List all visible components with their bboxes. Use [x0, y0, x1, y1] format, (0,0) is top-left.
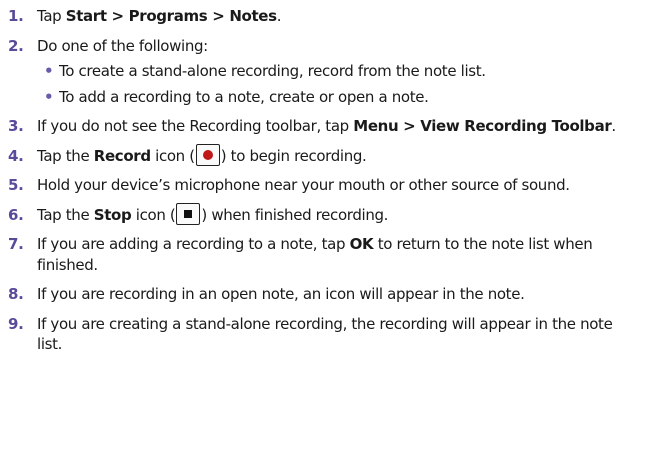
step-text: Tap Start > Programs > Notes. — [37, 7, 282, 25]
step-number: 6. — [8, 205, 24, 224]
step-text-fragment: Do one of the following: — [37, 36, 208, 55]
step-text-fragment: icon ( — [150, 146, 195, 165]
bold-term: Stop — [93, 205, 132, 224]
step-text: If you are adding a recording to a note,… — [37, 235, 593, 274]
step-text-fragment: Tap the — [37, 205, 94, 224]
step-text-fragment: If you do not see the Recording toolbar,… — [37, 117, 354, 135]
step-2: 2. Do one of the following: • To create a s… — [8, 36, 634, 108]
step-3: 3. If you do not see the Recording toolba… — [8, 116, 634, 137]
step-text-fragment: icon ( — [131, 205, 176, 224]
step-text: If you do not see the Recording toolbar,… — [37, 117, 616, 135]
step-number: 7. — [8, 235, 24, 253]
step-number: 4. — [8, 146, 24, 165]
step-number: 5. — [8, 176, 24, 194]
step-number: 2. — [8, 36, 24, 55]
instructions-page: 1. Tap Start > Programs > Notes. 2. Do one … — [0, 0, 648, 453]
step-number: 3. — [8, 117, 24, 135]
record-icon — [195, 143, 220, 166]
sub-list-text: To add a recording to a note, create or … — [59, 87, 429, 106]
step-6: 6. Tap the Stop icon ( ) when finished rec… — [8, 202, 634, 226]
step-text-fragment: Tap — [37, 7, 66, 25]
step-number: 1. — [8, 7, 24, 25]
step-text: Tap the Record icon ( ) to begin recordin… — [37, 143, 367, 166]
bold-term: Record — [93, 146, 151, 165]
step-number: 9. — [8, 314, 24, 333]
stop-icon — [176, 202, 201, 225]
bullet-icon: • — [44, 62, 54, 80]
step-8: 8. If you are recording in an open note, … — [8, 284, 634, 305]
step-text-fragment: ) when finished recording. — [201, 205, 389, 224]
bold-term: OK — [349, 235, 374, 253]
bullet-icon: • — [44, 87, 54, 106]
sub-list-item: • To add a recording to a note, create or… — [37, 87, 634, 108]
sub-list-item: • To create a stand-alone recording, reco… — [37, 61, 634, 82]
sub-list: • To create a stand-alone recording, reco… — [37, 61, 634, 107]
step-text-fragment: If you are recording in an open note, an… — [37, 285, 525, 303]
step-1: 1. Tap Start > Programs > Notes. — [8, 6, 634, 27]
step-7: 7. If you are adding a recording to a not… — [8, 234, 634, 275]
step-9: 9. If you are creating a stand-alone reco… — [8, 314, 634, 355]
step-4: 4. Tap the Record icon ( ) to begin record… — [8, 143, 634, 167]
step-text-fragment: If you are adding a recording to a note,… — [37, 235, 350, 253]
step-text-fragment: . — [611, 117, 616, 135]
step-number: 8. — [8, 285, 24, 303]
step-text: Hold your device’s microphone near your … — [37, 176, 570, 194]
steps-list: 1. Tap Start > Programs > Notes. 2. Do one … — [8, 6, 634, 355]
step-text: If you are creating a stand-alone record… — [37, 314, 613, 354]
step-text: Tap the Stop icon ( ) when finished recor… — [37, 202, 389, 225]
step-text: Do one of the following: — [37, 37, 208, 55]
sub-list-text: To create a stand-alone recording, recor… — [59, 62, 486, 80]
step-5: 5. Hold your device’s microphone near you… — [8, 175, 634, 196]
step-text-fragment: ) to begin recording. — [220, 146, 367, 165]
step-text: If you are recording in an open note, an… — [37, 285, 525, 303]
step-text-fragment: Tap the — [37, 146, 94, 165]
step-text-fragment: Hold your device’s microphone near your … — [37, 176, 570, 194]
step-text-fragment: . — [276, 7, 282, 25]
step-text-fragment: If you are creating a stand-alone record… — [37, 314, 613, 354]
bold-term: Start > Programs > Notes — [65, 7, 277, 25]
bold-term: Menu > View Recording Toolbar — [353, 117, 612, 135]
